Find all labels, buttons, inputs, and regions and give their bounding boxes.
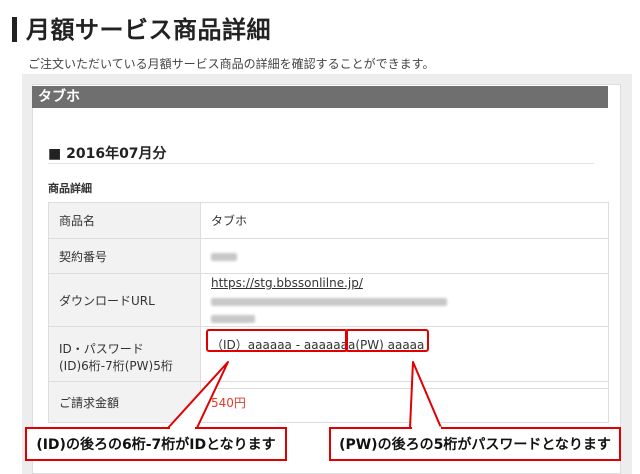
callout-seam-covers (170, 426, 441, 430)
